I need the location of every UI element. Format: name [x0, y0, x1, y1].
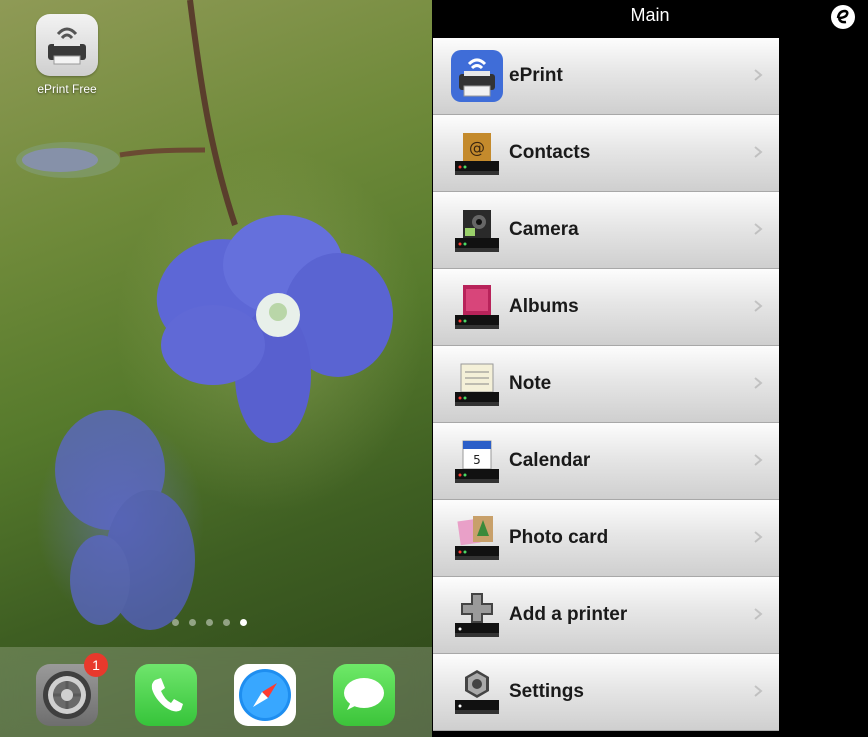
messages-app-icon[interactable]	[333, 664, 395, 726]
messages-icon	[344, 678, 384, 710]
dock	[0, 647, 432, 737]
eprint-free-app-icon[interactable]	[36, 14, 98, 76]
page-title: Main	[630, 5, 670, 25]
eprint-free-app-label: ePrint Free	[37, 82, 97, 96]
home-screen: ePrint Free 1	[0, 0, 432, 737]
navigation-bar: Main	[432, 0, 868, 38]
main-menu: ePrint @ Contacts Camera Albums Note 5 C…	[433, 38, 779, 731]
add-printer-icon	[455, 593, 499, 637]
menu-item-label: Photo card	[509, 527, 609, 548]
menu-item-add-printer[interactable]: Add a printer	[433, 577, 779, 654]
calendar-printer-icon: 5	[455, 440, 499, 483]
phone-app-icon[interactable]	[135, 664, 197, 726]
menu-item-label: Camera	[509, 219, 579, 240]
contacts-printer-icon: @	[455, 133, 499, 175]
menu-item-settings[interactable]: Settings	[433, 654, 779, 731]
menu-item-label: Note	[509, 373, 552, 394]
camera-printer-icon	[455, 210, 499, 252]
chevron-right-icon	[754, 454, 763, 466]
page-dot	[189, 619, 196, 626]
safari-app-icon[interactable]	[234, 664, 296, 726]
chevron-right-icon	[754, 223, 763, 235]
albums-printer-icon	[455, 285, 499, 329]
svg-text:@: @	[469, 138, 485, 157]
menu-item-label: Add a printer	[509, 604, 628, 625]
settings-printer-icon	[455, 670, 499, 714]
chevron-right-icon	[754, 377, 763, 389]
menu-item-photo-card[interactable]: Photo card	[433, 500, 779, 577]
menu-item-calendar[interactable]: 5 Calendar	[433, 423, 779, 500]
menu-item-note[interactable]: Note	[433, 346, 779, 423]
menu-item-label: Settings	[509, 681, 584, 702]
settings-notification-badge: 1	[84, 653, 108, 677]
chevron-right-icon	[754, 685, 763, 697]
page-dot	[223, 619, 230, 626]
page-dot	[206, 619, 213, 626]
menu-item-eprint[interactable]: ePrint	[433, 38, 779, 115]
phone-icon	[151, 678, 183, 712]
menu-item-label: Albums	[509, 296, 579, 317]
chevron-right-icon	[754, 300, 763, 312]
wallpaper-flower	[16, 0, 393, 630]
menu-item-label: ePrint	[509, 65, 563, 86]
note-printer-icon	[455, 363, 499, 406]
eprint-wifi-printer-icon	[451, 50, 503, 102]
svg-text:5: 5	[473, 453, 481, 467]
page-indicator[interactable]	[172, 619, 247, 626]
safari-compass-icon	[239, 669, 291, 721]
menu-item-label: Calendar	[509, 450, 591, 471]
menu-item-label: Contacts	[509, 142, 591, 163]
menu-item-contacts[interactable]: @ Contacts	[433, 115, 779, 192]
chevron-right-icon	[754, 69, 763, 81]
chevron-right-icon	[754, 608, 763, 620]
menu-item-albums[interactable]: Albums	[433, 269, 779, 346]
photo-card-printer-icon	[455, 516, 499, 560]
eprint-app: Main ePrint @ Contacts Camera Albums Not…	[432, 0, 868, 737]
chevron-right-icon	[754, 531, 763, 543]
page-dot-active	[240, 619, 247, 626]
chevron-right-icon	[754, 146, 763, 158]
eprint-printer-icon	[48, 27, 86, 65]
eprint-e-logo-icon[interactable]	[830, 4, 856, 30]
page-dot	[172, 619, 179, 626]
menu-item-camera[interactable]: Camera	[433, 192, 779, 269]
